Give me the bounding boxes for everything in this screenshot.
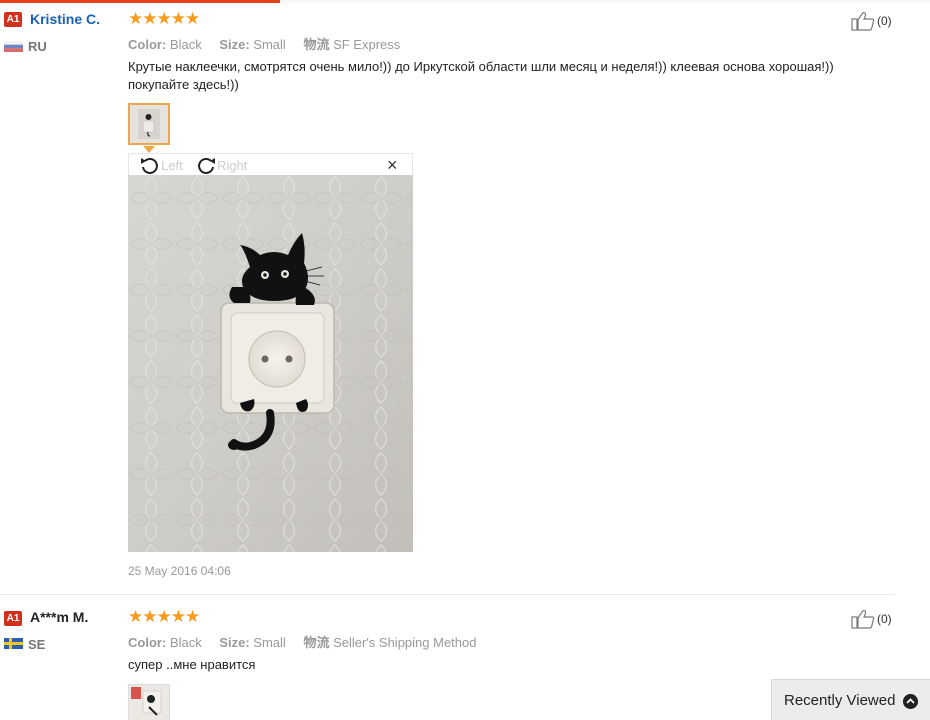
review-photo-thumbnail[interactable] (128, 684, 170, 720)
star-rating: ★★★★★ (128, 9, 200, 28)
shipping-label: 物流 (303, 635, 330, 650)
rotate-right-button[interactable]: Right (195, 155, 247, 175)
recently-viewed-label: Recently Viewed (784, 691, 896, 709)
review-photo-large (128, 175, 413, 552)
thumbnail-caret (143, 146, 155, 153)
order-info: Color: Black Size: Small 物流 Seller's Shi… (128, 632, 476, 651)
active-tab-underline (0, 0, 280, 3)
color-label: Color: (128, 635, 167, 650)
reviewer-country: SE (28, 637, 46, 652)
color-value: Black (169, 37, 202, 52)
thumbs-up-icon (851, 610, 875, 629)
rank-badge: A1 (4, 12, 22, 27)
size-label: Size: (219, 635, 250, 650)
shipping-value: Seller's Shipping Method (333, 635, 477, 650)
thumbs-up-icon (851, 12, 875, 31)
rank-badge: A1 (4, 611, 22, 626)
reviewer-country: RU (28, 39, 47, 54)
reviews-page: A1 Kristine C. RU ★★★★★ Color: Black Siz… (0, 0, 930, 720)
review-text: супер ..мне нравится (128, 657, 256, 672)
helpful-button[interactable]: (0) (851, 609, 892, 629)
close-viewer-button[interactable]: × (387, 156, 398, 174)
review-divider (0, 594, 895, 595)
chevron-up-icon (903, 694, 918, 709)
rotate-right-label: Right (217, 157, 248, 173)
size-value: Small (253, 635, 286, 650)
helpful-button[interactable]: (0) (851, 11, 892, 31)
order-info: Color: Black Size: Small 物流 SF Express (128, 34, 400, 53)
helpful-count: (0) (877, 14, 892, 28)
star-rating: ★★★★★ (128, 607, 200, 626)
review-text: Крутые наклеечки, смотрятся очень мило!)… (128, 59, 834, 92)
review-photo-image (128, 175, 413, 552)
rotate-left-button[interactable]: Left (139, 155, 183, 175)
review-photo-thumbnail[interactable] (128, 103, 170, 145)
thumbnail-image (129, 685, 169, 720)
shipping-label: 物流 (303, 37, 330, 52)
size-label: Size: (219, 37, 250, 52)
thumbnail-image (130, 105, 168, 143)
recently-viewed-button[interactable]: Recently Viewed (771, 679, 930, 720)
color-value: Black (169, 635, 202, 650)
sweden-flag-icon (4, 638, 23, 649)
photo-viewer-toolbar: Left Right (128, 153, 413, 175)
helpful-count: (0) (877, 612, 892, 626)
rotate-right-icon (198, 158, 215, 174)
shipping-value: SF Express (333, 37, 401, 52)
reviewer-name: A***m M. (30, 609, 89, 625)
reviewer-name[interactable]: Kristine C. (30, 11, 100, 27)
color-label: Color: (128, 37, 167, 52)
rotate-left-icon (141, 158, 158, 174)
size-value: Small (253, 37, 286, 52)
rotate-left-label: Left (161, 157, 183, 173)
russia-flag-icon (4, 41, 23, 52)
review-date: 25 May 2016 04:06 (128, 564, 231, 578)
